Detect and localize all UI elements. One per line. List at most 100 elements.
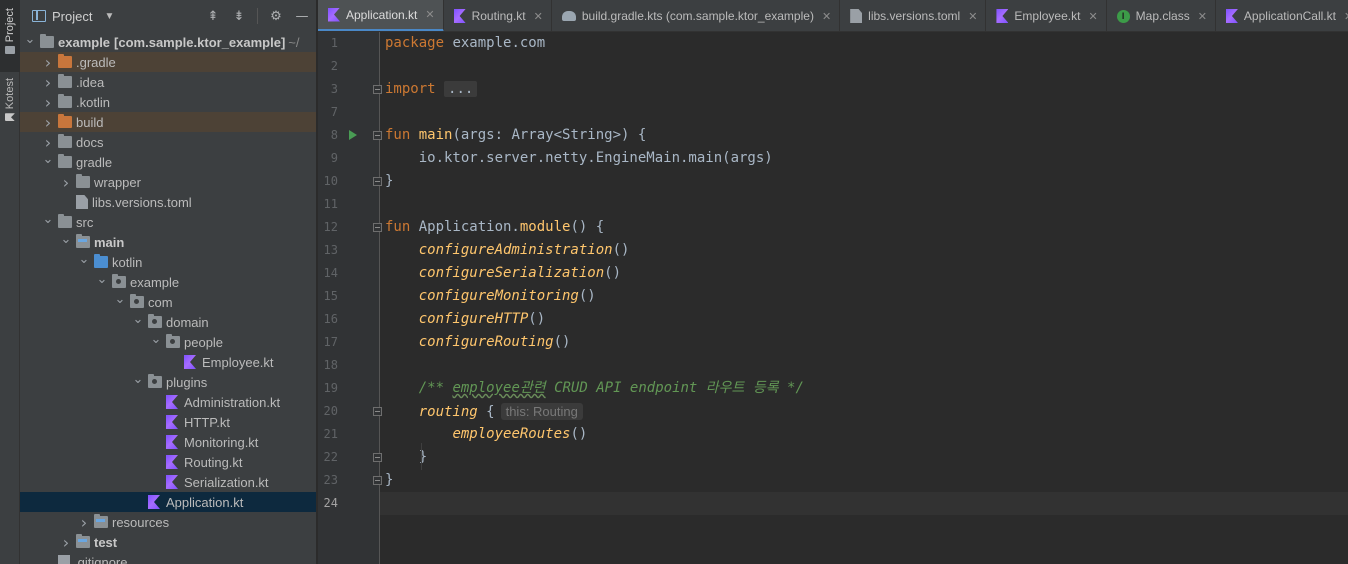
code-token: module (519, 219, 571, 235)
chevron-right-icon[interactable]: › (60, 532, 72, 552)
tree-item-label: src (76, 214, 94, 230)
close-icon[interactable]: ✕ (425, 8, 434, 21)
editor-tab[interactable]: build.gradle.kts (com.sample.ktor_exampl… (552, 0, 841, 31)
tree-item[interactable]: HTTP.kt (20, 412, 316, 432)
tree-item[interactable]: › test (20, 532, 316, 552)
fold-end-icon[interactable] (373, 476, 382, 485)
tree-item[interactable]: ⌄ example [com.sample.ktor_example] ~/ (20, 32, 316, 52)
editor-tab[interactable]: Routing.kt ✕ (444, 0, 552, 31)
chevron-down-icon[interactable]: ⌄ (60, 229, 72, 249)
close-icon[interactable]: ✕ (1198, 10, 1207, 23)
kotlin-file-icon (184, 355, 196, 369)
tree-item[interactable]: Administration.kt (20, 392, 316, 412)
line-number: 11 (323, 197, 338, 211)
code-line: configureHTTP() (385, 308, 545, 331)
code-token: configureHTTP (418, 311, 529, 327)
editor-tab[interactable]: ApplicationCall.kt ✕ (1216, 0, 1348, 31)
tree-item[interactable]: ⌄ people (20, 332, 316, 352)
tree-item[interactable]: ⌄ plugins (20, 372, 316, 392)
close-icon[interactable]: ✕ (822, 10, 831, 23)
folded-imports[interactable]: ... (444, 81, 478, 97)
chevron-down-icon[interactable]: ▼ (104, 11, 114, 22)
code-token: () (553, 334, 571, 350)
chevron-down-icon[interactable]: ⌄ (42, 149, 54, 169)
tree-item[interactable]: › build (20, 112, 316, 132)
chevron-right-icon[interactable]: › (42, 72, 54, 92)
close-icon[interactable]: ✕ (1344, 10, 1348, 23)
tree-item[interactable]: › .kotlin (20, 92, 316, 112)
tree-item-label: Routing.kt (184, 454, 243, 470)
tree-item[interactable]: Serialization.kt (20, 472, 316, 492)
chevron-right-icon[interactable]: › (78, 512, 90, 532)
tree-item[interactable]: › resources (20, 512, 316, 532)
tree-item[interactable]: ⌄ main (20, 232, 316, 252)
code-line: fun Application.module() { (385, 216, 604, 239)
chevron-right-icon[interactable]: › (42, 92, 54, 112)
tree-item[interactable]: ⌄ domain (20, 312, 316, 332)
hide-icon[interactable]: — (294, 8, 310, 24)
close-icon[interactable]: ✕ (1088, 10, 1097, 23)
tree-item[interactable]: › wrapper (20, 172, 316, 192)
line-number: 21 (323, 427, 338, 441)
chevron-right-icon[interactable]: › (42, 52, 54, 72)
tree-item[interactable]: Employee.kt (20, 352, 316, 372)
chevron-down-icon[interactable]: ⌄ (78, 249, 90, 269)
editor-tab[interactable]: Employee.kt ✕ (986, 0, 1107, 31)
project-tool-tab[interactable]: Project (0, 0, 20, 72)
close-icon[interactable]: ✕ (534, 10, 543, 23)
close-icon[interactable]: ✕ (968, 10, 977, 23)
chevron-down-icon[interactable]: ⌄ (132, 309, 144, 329)
package-icon (148, 374, 162, 388)
tree-item[interactable]: › .idea (20, 72, 316, 92)
run-icon[interactable] (349, 130, 357, 140)
chevron-down-icon[interactable]: ⌄ (150, 329, 162, 349)
fold-end-icon[interactable] (373, 453, 382, 462)
fold-end-icon[interactable] (373, 177, 382, 186)
kotlin-file-icon (166, 395, 178, 409)
module-folder-icon (76, 234, 90, 248)
tree-item[interactable]: Routing.kt (20, 452, 316, 472)
chevron-right-icon[interactable]: › (60, 172, 72, 192)
editor-tab[interactable]: Application.kt ✕ (318, 0, 444, 31)
chevron-right-icon[interactable]: › (42, 112, 54, 132)
code-line: io.ktor.server.netty.EngineMain.main(arg… (385, 147, 773, 170)
tree-item[interactable]: ⌄ example (20, 272, 316, 292)
chevron-down-icon[interactable]: ⌄ (132, 369, 144, 389)
chevron-down-icon[interactable]: ⌄ (24, 29, 36, 49)
tree-item[interactable]: libs.versions.toml (20, 192, 316, 212)
tree-item[interactable]: › docs (20, 132, 316, 152)
tree-item-label: wrapper (94, 174, 141, 190)
project-panel-title[interactable]: Project (52, 9, 92, 24)
kotest-tool-tab[interactable]: Kotest (0, 78, 20, 142)
tree-item[interactable]: .gitignore (20, 552, 316, 564)
editor-tab-bar: Application.kt ✕ Routing.kt ✕ build.gradle.k… (318, 0, 1348, 32)
code-line: routing {this: Routing (385, 400, 583, 423)
tree-item[interactable]: › .gradle (20, 52, 316, 72)
chevron-down-icon[interactable]: ⌄ (96, 269, 108, 289)
code-editor[interactable]: 1 2 3 7 8 9 10 11 12 13 14 15 16 17 18 19 20 21 22 23 24 pac… (318, 32, 1348, 564)
fold-collapse-icon[interactable] (373, 131, 382, 140)
code-token: main (418, 127, 453, 143)
code-line: package example.com (385, 32, 545, 55)
editor-tab[interactable]: libs.versions.toml ✕ (840, 0, 987, 31)
select-opened-file-icon[interactable]: ⇞ (205, 8, 221, 24)
chevron-down-icon[interactable]: ⌄ (42, 209, 54, 229)
tree-item[interactable]: Monitoring.kt (20, 432, 316, 452)
gear-icon[interactable]: ⚙ (268, 8, 284, 24)
editor-tab[interactable]: I Map.class ✕ (1107, 0, 1216, 31)
module-folder-icon (94, 514, 108, 528)
collapse-all-icon[interactable]: ⇟ (231, 8, 247, 24)
tree-item[interactable]: Application.kt (20, 492, 316, 512)
tree-item-label: .kotlin (76, 94, 110, 110)
fold-collapse-icon[interactable] (373, 407, 382, 416)
tree-item[interactable]: ⌄ kotlin (20, 252, 316, 272)
chevron-down-icon[interactable]: ⌄ (114, 289, 126, 309)
tree-item[interactable]: ⌄ com (20, 292, 316, 312)
code-token: () (604, 265, 622, 281)
fold-collapse-icon[interactable] (373, 223, 382, 232)
fold-collapse-icon[interactable] (373, 85, 382, 94)
tree-item[interactable]: ⌄ gradle (20, 152, 316, 172)
folder-icon (5, 46, 15, 55)
